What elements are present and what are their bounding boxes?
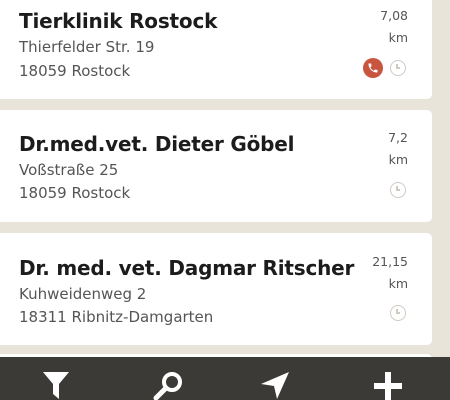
- clinic-list: Tierklinik Rostock Thierfelder Str. 19 1…: [0, 0, 450, 357]
- clinic-street: Kuhweidenweg 2: [19, 285, 147, 303]
- clinic-name: Dr.med.vet. Dieter Göbel: [19, 132, 295, 156]
- filter-icon: [43, 372, 69, 399]
- clinic-card-dagmar-ritscher[interactable]: Dr. med. vet. Dagmar Ritscher Kuhweidenw…: [0, 233, 432, 345]
- distance-unit: km: [388, 276, 408, 291]
- phone-icon[interactable]: [363, 58, 383, 78]
- clock-icon[interactable]: [390, 60, 406, 76]
- distance-value: 7,08: [380, 8, 408, 23]
- distance-unit: km: [388, 152, 408, 167]
- clinic-city: 18059 Rostock: [19, 62, 131, 80]
- clock-icon[interactable]: [390, 305, 406, 321]
- distance-value: 7,2: [388, 130, 408, 145]
- clinic-city: 18059 Rostock: [19, 184, 131, 202]
- add-button[interactable]: [360, 357, 420, 400]
- clinic-city: 18311 Ribnitz-Damgarten: [19, 308, 214, 326]
- search-icon: [153, 372, 182, 400]
- distance-value: 21,15: [372, 254, 408, 269]
- bottom-toolbar: [0, 357, 450, 400]
- clinic-card-tierklinik-rostock[interactable]: Tierklinik Rostock Thierfelder Str. 19 1…: [0, 0, 432, 99]
- clinic-card-dieter-goebel[interactable]: Dr.med.vet. Dieter Göbel Voßstraße 25 18…: [0, 110, 432, 222]
- location-button[interactable]: [247, 357, 307, 400]
- filter-button[interactable]: [26, 357, 86, 400]
- clinic-street: Voßstraße 25: [19, 161, 119, 179]
- clinic-name: Tierklinik Rostock: [19, 9, 218, 33]
- search-button[interactable]: [138, 357, 198, 400]
- clinic-street: Thierfelder Str. 19: [19, 38, 155, 56]
- location-arrow-icon: [261, 372, 289, 399]
- clock-icon[interactable]: [390, 182, 406, 198]
- distance-unit: km: [388, 30, 408, 45]
- add-icon: [374, 372, 402, 400]
- clinic-name: Dr. med. vet. Dagmar Ritscher: [19, 256, 355, 280]
